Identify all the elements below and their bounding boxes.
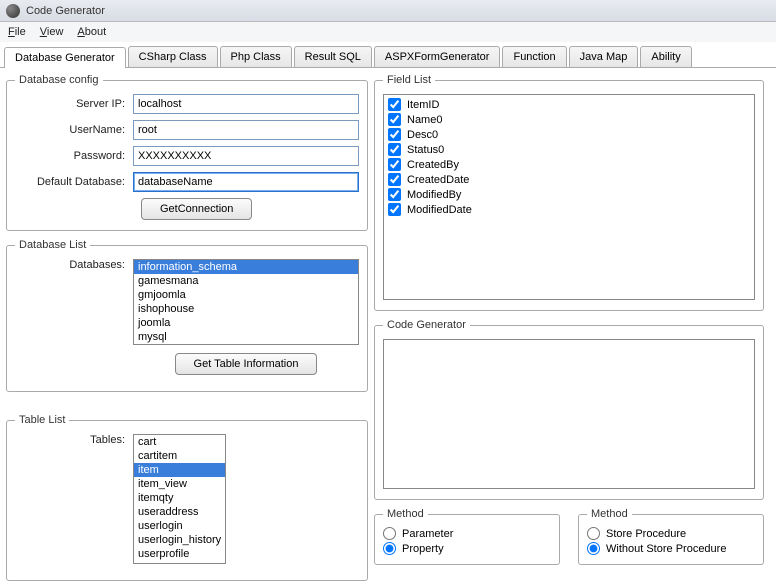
list-item[interactable]: gamesmana	[134, 274, 358, 288]
list-item[interactable]: userprofile	[134, 547, 225, 561]
titlebar: Code Generator	[0, 0, 776, 22]
field-list-group: Field List ItemID Name0 Desc0 Status0 Create…	[374, 74, 764, 311]
list-item[interactable]: cart	[134, 435, 225, 449]
field-label: ModifiedBy	[407, 189, 461, 201]
field-item: Status0	[386, 142, 752, 157]
list-item[interactable]: itemqty	[134, 491, 225, 505]
right-column: Field List ItemID Name0 Desc0 Status0 Create…	[374, 74, 764, 581]
username-label: UserName:	[15, 124, 133, 136]
content: Database config Server IP: UserName: Pas…	[0, 68, 776, 587]
password-label: Password:	[15, 150, 133, 162]
menu-about[interactable]: About	[77, 26, 106, 38]
databases-listbox[interactable]: information_schemagamesmanagmjoomlaishop…	[133, 259, 359, 345]
databases-label: Databases:	[15, 259, 133, 271]
field-item: Desc0	[386, 127, 752, 142]
code-generator-legend: Code Generator	[383, 319, 470, 331]
tab-ability[interactable]: Ability	[640, 46, 691, 67]
field-checkbox[interactable]	[388, 113, 401, 126]
parameter-radio[interactable]	[383, 527, 396, 540]
tab-result-sql[interactable]: Result SQL	[294, 46, 372, 67]
field-checkbox[interactable]	[388, 128, 401, 141]
window-title: Code Generator	[26, 5, 105, 17]
list-item[interactable]: information_schema	[134, 260, 358, 274]
list-item[interactable]: cartitem	[134, 449, 225, 463]
list-item[interactable]: mysql	[134, 330, 358, 344]
field-checkbox[interactable]	[388, 203, 401, 216]
field-checkbox[interactable]	[388, 98, 401, 111]
table-list-group: Table List Tables: cartcartitemitemitem_…	[6, 414, 368, 581]
get-connection-button[interactable]: GetConnection	[141, 198, 252, 220]
tab-database-generator[interactable]: Database Generator	[4, 47, 126, 68]
field-label: ModifiedDate	[407, 204, 472, 216]
tables-label: Tables:	[15, 434, 133, 446]
password-input[interactable]	[133, 146, 359, 166]
field-label: CreatedBy	[407, 159, 459, 171]
get-table-information-button[interactable]: Get Table Information	[175, 353, 318, 375]
field-label: ItemID	[407, 99, 439, 111]
menu-file[interactable]: File	[8, 26, 26, 38]
database-config-legend: Database config	[15, 74, 103, 86]
default-database-label: Default Database:	[15, 176, 133, 188]
store-procedure-radio[interactable]	[587, 527, 600, 540]
property-radio[interactable]	[383, 542, 396, 555]
method-group-2: Method Store Procedure Without Store Pro…	[578, 508, 764, 565]
field-item: ModifiedBy	[386, 187, 752, 202]
field-item: ModifiedDate	[386, 202, 752, 217]
method-group-1-legend: Method	[383, 508, 428, 520]
left-column: Database config Server IP: UserName: Pas…	[6, 74, 368, 581]
code-generator-group: Code Generator	[374, 319, 764, 500]
tab-csharp-class[interactable]: CSharp Class	[128, 46, 218, 67]
field-checkbox[interactable]	[388, 143, 401, 156]
list-item[interactable]: userlogin_history	[134, 533, 225, 547]
parameter-label: Parameter	[402, 528, 453, 540]
database-list-legend: Database List	[15, 239, 90, 251]
database-list-group: Database List Databases: information_sch…	[6, 239, 368, 392]
menu-view[interactable]: View	[40, 26, 64, 38]
list-item[interactable]: gmjoomla	[134, 288, 358, 302]
method-group-1: Method Parameter Property	[374, 508, 560, 565]
field-list-legend: Field List	[383, 74, 435, 86]
without-store-procedure-label: Without Store Procedure	[606, 543, 726, 555]
tab-php-class[interactable]: Php Class	[220, 46, 292, 67]
username-input[interactable]	[133, 120, 359, 140]
store-procedure-label: Store Procedure	[606, 528, 686, 540]
app-icon	[6, 4, 20, 18]
tab-java-map[interactable]: Java Map	[569, 46, 639, 67]
tables-listbox[interactable]: cartcartitemitemitem_viewitemqtyuseraddr…	[133, 434, 226, 564]
field-item: CreatedDate	[386, 172, 752, 187]
field-item: ItemID	[386, 97, 752, 112]
default-database-input[interactable]	[133, 172, 359, 192]
list-item[interactable]: userlogin	[134, 519, 225, 533]
tab-function[interactable]: Function	[502, 46, 566, 67]
field-checkbox[interactable]	[388, 188, 401, 201]
field-item: Name0	[386, 112, 752, 127]
methods-row: Method Parameter Property Method Store P…	[374, 508, 764, 565]
database-config-group: Database config Server IP: UserName: Pas…	[6, 74, 368, 231]
server-ip-label: Server IP:	[15, 98, 133, 110]
list-item[interactable]: joomla	[134, 316, 358, 330]
code-generator-output[interactable]	[383, 339, 755, 489]
property-label: Property	[402, 543, 444, 555]
field-label: CreatedDate	[407, 174, 469, 186]
tab-aspx-form-generator[interactable]: ASPXFormGenerator	[374, 46, 501, 67]
field-label: Desc0	[407, 129, 438, 141]
server-ip-input[interactable]	[133, 94, 359, 114]
list-item[interactable]: item_view	[134, 477, 225, 491]
menubar: File View About	[0, 22, 776, 42]
list-item[interactable]: useraddress	[134, 505, 225, 519]
field-listbox[interactable]: ItemID Name0 Desc0 Status0 CreatedBy CreatedD…	[383, 94, 755, 300]
list-item[interactable]: ishophouse	[134, 302, 358, 316]
field-label: Status0	[407, 144, 444, 156]
field-checkbox[interactable]	[388, 173, 401, 186]
without-store-procedure-radio[interactable]	[587, 542, 600, 555]
field-checkbox[interactable]	[388, 158, 401, 171]
tab-bar: Database Generator CSharp Class Php Clas…	[0, 42, 776, 68]
method-group-2-legend: Method	[587, 508, 632, 520]
list-item[interactable]: item	[134, 463, 225, 477]
field-item: CreatedBy	[386, 157, 752, 172]
field-label: Name0	[407, 114, 442, 126]
table-list-legend: Table List	[15, 414, 69, 426]
